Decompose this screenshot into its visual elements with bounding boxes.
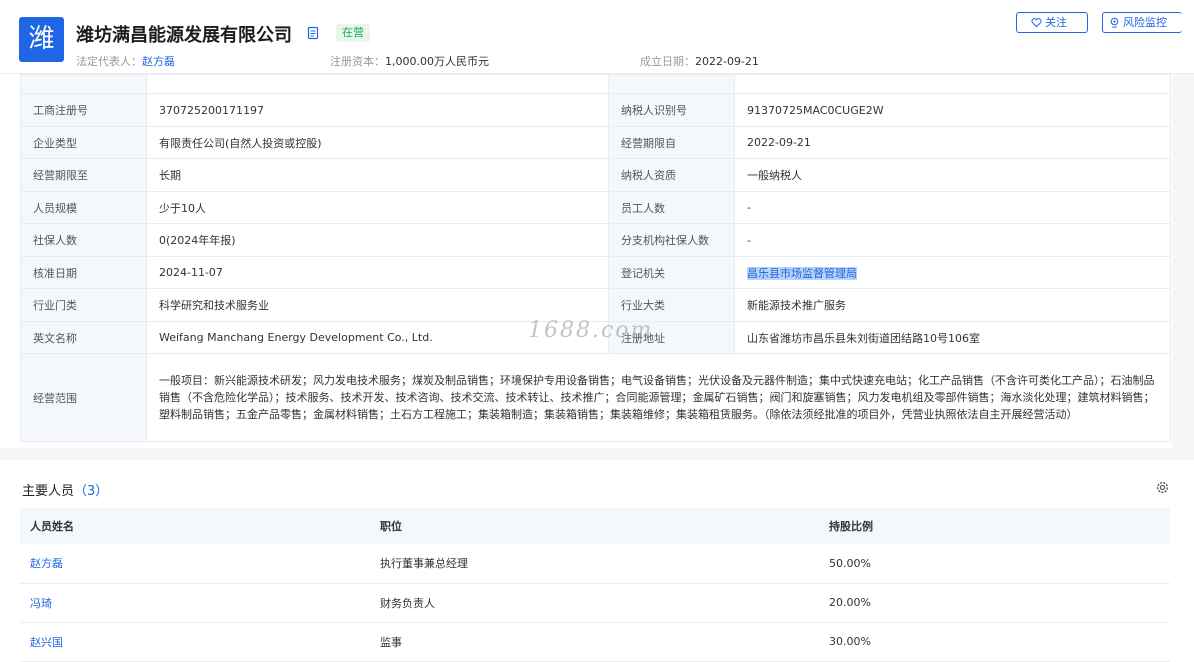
info-value: 2022-09-21 bbox=[734, 126, 1171, 159]
info-value: 科学研究和技术服务业 bbox=[146, 288, 609, 322]
column-header-position: 职位 bbox=[370, 508, 819, 544]
info-key: 英文名称 bbox=[20, 321, 147, 354]
table-row: 行业门类 科学研究和技术服务业 行业大类 新能源技术推广服务 bbox=[20, 288, 1171, 322]
heart-icon bbox=[1031, 18, 1042, 28]
section-title: 主要人员（3） bbox=[22, 480, 108, 499]
capital-value: 1,000.00万人民币元 bbox=[385, 55, 489, 68]
info-value: 新能源技术推广服务 bbox=[734, 288, 1171, 322]
legal-rep: 法定代表人：赵方磊 bbox=[76, 53, 175, 69]
capital-label: 注册资本： bbox=[330, 55, 385, 68]
table-row: 人员规模 少于10人 员工人数 - bbox=[20, 191, 1171, 224]
info-value: 山东省潍坊市昌乐县朱刘街道团结路10号106室 bbox=[734, 321, 1171, 354]
info-key: 核准日期 bbox=[20, 256, 147, 289]
table-row-scope: 经营范围 一般项目：新兴能源技术研发；风力发电技术服务；煤炭及制品销售；环境保护… bbox=[20, 353, 1171, 442]
table-header-row: 人员姓名 职位 持股比例 bbox=[20, 508, 1170, 544]
info-value: 长期 bbox=[146, 158, 609, 192]
legal-rep-label: 法定代表人： bbox=[76, 55, 142, 68]
business-info-card: 工商注册号 370725200171197 纳税人识别号 91370725MAC… bbox=[0, 74, 1172, 448]
info-key: 员工人数 bbox=[608, 191, 735, 224]
copy-icon[interactable] bbox=[306, 26, 320, 40]
info-value: 0(2024年年报) bbox=[146, 223, 609, 257]
table-row: 工商注册号 370725200171197 纳税人识别号 91370725MAC… bbox=[20, 93, 1171, 127]
column-header-share: 持股比例 bbox=[819, 508, 1170, 544]
person-position: 财务负责人 bbox=[370, 583, 819, 623]
column-header-name: 人员姓名 bbox=[20, 508, 370, 544]
info-key: 纳税人识别号 bbox=[608, 93, 735, 127]
person-name-link[interactable]: 赵方磊 bbox=[20, 544, 370, 584]
founded-value: 2022-09-21 bbox=[695, 55, 759, 68]
company-name: 潍坊满昌能源发展有限公司 bbox=[76, 25, 292, 46]
person-share: 50.00% bbox=[819, 544, 1170, 584]
info-value: 昌乐县市场监督管理局 bbox=[734, 256, 1171, 289]
legal-rep-link[interactable]: 赵方磊 bbox=[142, 55, 175, 68]
info-key: 经营范围 bbox=[20, 353, 147, 442]
table-row: 经营期限至 长期 纳税人资质 一般纳税人 bbox=[20, 158, 1171, 192]
personnel-table: 人员姓名 职位 持股比例 赵方磊 执行董事兼总经理 50.00% 冯琦 财务负责… bbox=[20, 508, 1170, 662]
table-row: 赵兴国 监事 30.00% bbox=[20, 622, 1170, 662]
table-row: 冯琦 财务负责人 20.00% bbox=[20, 583, 1170, 623]
info-key: 经营期限至 bbox=[20, 158, 147, 192]
registered-capital: 注册资本：1,000.00万人民币元 bbox=[330, 53, 489, 69]
info-key: 行业大类 bbox=[608, 288, 735, 322]
info-key: 工商注册号 bbox=[20, 93, 147, 127]
table-row: 企业类型 有限责任公司(自然人投资或控股) 经营期限自 2022-09-21 bbox=[20, 126, 1171, 159]
info-value: 370725200171197 bbox=[146, 93, 609, 127]
company-header: 潍 潍坊满昌能源发展有限公司 在营 法定代表人：赵方磊 注册资本：1,000.0… bbox=[0, 0, 1194, 74]
info-key: 企业类型 bbox=[20, 126, 147, 159]
follow-button[interactable]: 关注 bbox=[1016, 12, 1088, 33]
info-value: 2024-11-07 bbox=[146, 256, 609, 289]
business-scope-text: 一般项目：新兴能源技术研发；风力发电技术服务；煤炭及制品销售；环境保护专用设备销… bbox=[146, 353, 1171, 442]
info-value: 少于10人 bbox=[146, 191, 609, 224]
table-row-partial bbox=[20, 74, 1171, 94]
table-row: 社保人数 0(2024年年报) 分支机构社保人数 - bbox=[20, 223, 1171, 257]
status-badge: 在营 bbox=[336, 24, 370, 42]
info-key: 登记机关 bbox=[608, 256, 735, 289]
table-row: 英文名称 Weifang Manchang Energy Development… bbox=[20, 321, 1171, 354]
key-personnel-card: 主要人员（3） 人员姓名 职位 持股比例 赵方磊 执行董事兼总经理 50.00%… bbox=[0, 460, 1194, 662]
info-value: 有限责任公司(自然人投资或控股) bbox=[146, 126, 609, 159]
company-logo: 潍 bbox=[19, 17, 64, 62]
person-share: 30.00% bbox=[819, 622, 1170, 662]
person-name-link[interactable]: 冯琦 bbox=[20, 583, 370, 623]
gear-icon[interactable] bbox=[1155, 480, 1170, 495]
info-key: 纳税人资质 bbox=[608, 158, 735, 192]
business-info-table: 工商注册号 370725200171197 纳税人识别号 91370725MAC… bbox=[20, 74, 1171, 442]
section-title-text: 主要人员 bbox=[22, 484, 75, 499]
founded-date: 成立日期：2022-09-21 bbox=[640, 53, 759, 69]
info-value: 91370725MAC0CUGE2W bbox=[734, 93, 1171, 127]
radar-icon bbox=[1110, 17, 1119, 28]
info-value: - bbox=[734, 191, 1171, 224]
risk-monitor-label: 风险监控 bbox=[1123, 16, 1167, 29]
info-value: 一般纳税人 bbox=[734, 158, 1171, 192]
person-name-link[interactable]: 赵兴国 bbox=[20, 622, 370, 662]
info-key: 经营期限自 bbox=[608, 126, 735, 159]
table-row: 赵方磊 执行董事兼总经理 50.00% bbox=[20, 544, 1170, 584]
info-key: 人员规模 bbox=[20, 191, 147, 224]
info-key: 社保人数 bbox=[20, 223, 147, 257]
people-count: （3） bbox=[74, 484, 109, 499]
info-key: 注册地址 bbox=[608, 321, 735, 354]
risk-monitor-button[interactable]: 风险监控 bbox=[1102, 12, 1182, 33]
person-share: 20.00% bbox=[819, 583, 1170, 623]
person-position: 执行董事兼总经理 bbox=[370, 544, 819, 584]
follow-label: 关注 bbox=[1045, 16, 1067, 29]
registration-authority-selected[interactable]: 昌乐县市场监督管理局 bbox=[747, 266, 857, 280]
person-position: 监事 bbox=[370, 622, 819, 662]
founded-label: 成立日期： bbox=[640, 55, 695, 68]
info-key: 行业门类 bbox=[20, 288, 147, 322]
info-value: - bbox=[734, 223, 1171, 257]
info-key: 分支机构社保人数 bbox=[608, 223, 735, 257]
info-value: Weifang Manchang Energy Development Co.,… bbox=[146, 321, 609, 354]
table-row: 核准日期 2024-11-07 登记机关 昌乐县市场监督管理局 bbox=[20, 256, 1171, 289]
